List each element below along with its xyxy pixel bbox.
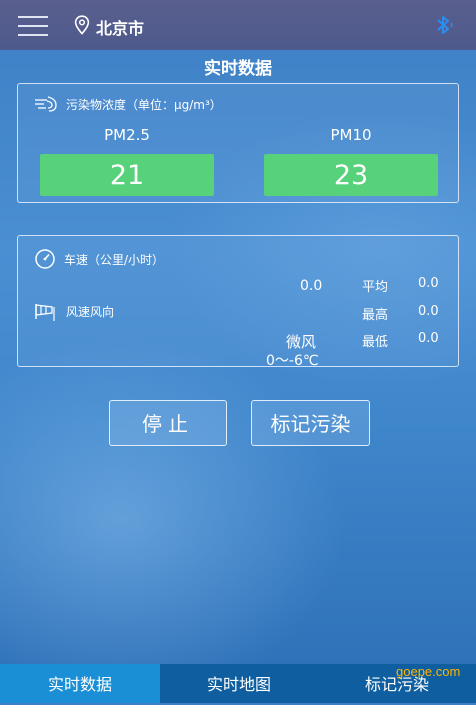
top-bar: 北京市	[0, 0, 476, 50]
smog-icon	[35, 96, 57, 112]
location-pin-icon	[74, 15, 90, 35]
tab-realtime-map[interactable]: 实时地图	[160, 664, 318, 703]
pm25-value: 21	[40, 154, 214, 196]
pm10-value: 23	[264, 154, 438, 196]
hamburger-menu-icon[interactable]	[18, 15, 48, 37]
windsock-icon	[35, 304, 55, 321]
max-speed-label: 最高	[362, 308, 389, 323]
pollutant-panel: 污染物浓度（单位：μg/m³） PM2.5 PM10 21 23	[17, 83, 459, 203]
min-speed-label: 最低	[362, 335, 389, 350]
max-speed-value: 0.0	[418, 304, 439, 319]
avg-speed-label: 平均	[362, 280, 389, 295]
pm25-label: PM2.5	[104, 126, 150, 144]
wind-level: 微风	[286, 333, 317, 351]
page-title: 实时数据	[204, 59, 272, 79]
mark-pollution-button[interactable]: 标记污染	[251, 400, 370, 446]
min-speed-value: 0.0	[418, 331, 439, 346]
speed-heading-row: 车速（公里/小时）	[34, 248, 164, 270]
bluetooth-icon[interactable]	[432, 13, 456, 37]
current-speed: 0.0	[300, 278, 323, 294]
speed-heading: 车速（公里/小时）	[64, 252, 165, 267]
wind-heading: 风速风向	[66, 304, 115, 319]
pollutant-heading: 污染物浓度（单位：μg/m³）	[66, 97, 222, 112]
stop-button[interactable]: 停止	[109, 400, 227, 446]
avg-speed-value: 0.0	[418, 276, 439, 291]
city-name[interactable]: 北京市	[96, 15, 144, 39]
wind-heading-row: 风速风向	[34, 301, 114, 321]
tab-realtime-data[interactable]: 实时数据	[0, 664, 160, 703]
speed-panel: 车速（公里/小时） 风速风向 0.0 平均 0.0 最高 0.0 最低 0.0 …	[17, 235, 459, 369]
watermark: goepe.com	[396, 664, 461, 679]
speedometer-icon	[35, 249, 55, 269]
pm10-label: PM10	[330, 126, 372, 144]
temperature-range: 0～-6℃	[266, 353, 319, 369]
pollutant-heading-row: 污染物浓度（单位：μg/m³）	[34, 95, 222, 113]
